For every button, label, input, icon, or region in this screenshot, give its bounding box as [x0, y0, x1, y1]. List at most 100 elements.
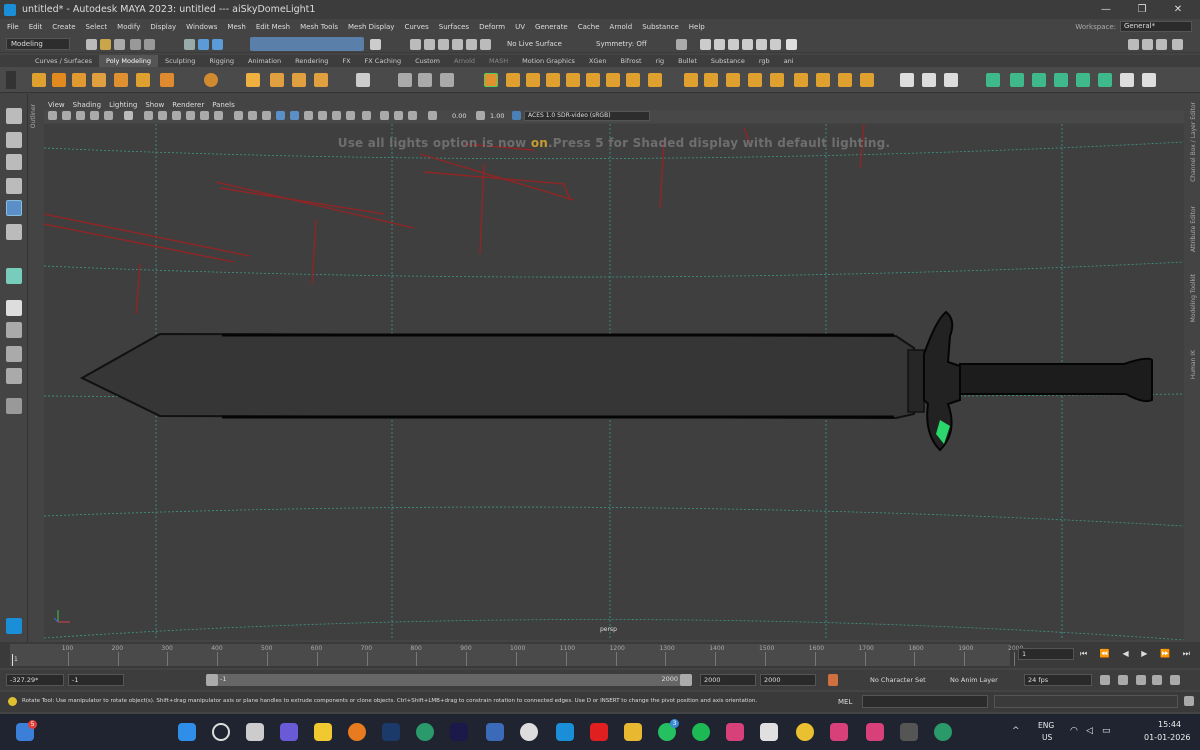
copilot-icon[interactable] [280, 723, 298, 741]
shelf-tab-curves-surfaces[interactable]: Curves / Surfaces [28, 55, 99, 67]
uv-editor-icon[interactable] [986, 73, 1000, 87]
menu-help[interactable]: Help [684, 23, 710, 31]
mel-command-input[interactable] [862, 695, 988, 708]
poly-sphere-icon[interactable] [32, 73, 46, 87]
retopologize-icon[interactable] [606, 73, 620, 87]
paint-app-icon[interactable] [486, 723, 504, 741]
svg-tool-icon[interactable] [314, 73, 328, 87]
panel-menu-show[interactable]: Show [141, 101, 168, 109]
region-label[interactable]: US [1042, 733, 1052, 742]
poke-icon[interactable] [794, 73, 808, 87]
multi-cut-icon[interactable] [900, 73, 914, 87]
attribute-editor-toggle-icon[interactable] [1142, 39, 1153, 50]
snap-surface-icon[interactable] [466, 39, 477, 50]
transfer-attributes-icon[interactable] [648, 73, 662, 87]
platonic-solid-icon[interactable] [204, 73, 218, 87]
menu-set-dropdown[interactable]: Modeling [6, 38, 70, 50]
lasso-tool-icon[interactable] [6, 132, 22, 148]
quad-draw-icon[interactable] [944, 73, 958, 87]
human-ik-tab[interactable]: Human IK [1190, 350, 1197, 379]
new-scene-icon[interactable] [86, 39, 97, 50]
rotate-tool-icon[interactable] [6, 200, 22, 216]
maximize-button[interactable]: ❐ [1126, 0, 1158, 19]
blender-icon[interactable] [348, 723, 366, 741]
shelf-tab-animation[interactable]: Animation [241, 55, 288, 67]
super-shape-icon[interactable] [246, 73, 260, 87]
select-hierarchy-icon[interactable] [184, 39, 195, 50]
menu-surfaces[interactable]: Surfaces [434, 23, 474, 31]
snap-point-icon[interactable] [438, 39, 449, 50]
shelf-tab-rendering[interactable]: Rendering [288, 55, 335, 67]
shelf-tab-xgen[interactable]: XGen [582, 55, 614, 67]
menu-edit[interactable]: Edit [24, 23, 48, 31]
shelf-tab-fx[interactable]: FX [335, 55, 357, 67]
animation-end-field[interactable]: 2000 [700, 674, 756, 686]
wireframe-icon[interactable] [234, 111, 243, 120]
clock-time[interactable]: 15:44 [1158, 720, 1181, 729]
poly-cube-icon[interactable] [52, 73, 66, 87]
show-hidden-icons-icon[interactable]: ^ [1012, 726, 1020, 736]
auto-key-icon[interactable] [828, 674, 838, 686]
menu-deform[interactable]: Deform [474, 23, 510, 31]
isolate-select-icon[interactable] [362, 111, 371, 120]
view-transform-dropdown[interactable]: ACES 1.0 SDR-video (sRGB) [524, 111, 650, 121]
poly-cone-icon[interactable] [92, 73, 106, 87]
time-ruler[interactable]: 1 100 200 300 400 500 600 700 800 900 1000 1100 120… [10, 644, 1023, 666]
menu-uv[interactable]: UV [510, 23, 530, 31]
lock-selection-icon[interactable] [370, 39, 381, 50]
panel-menu-panels[interactable]: Panels [208, 101, 239, 109]
spherical-map-icon[interactable] [1054, 73, 1068, 87]
minimize-button[interactable]: — [1090, 0, 1122, 19]
current-frame-field[interactable]: 1 [1018, 648, 1074, 660]
range-slider[interactable]: -1 2000 [206, 674, 692, 686]
field-chart-icon[interactable] [200, 111, 209, 120]
menu-curves[interactable]: Curves [399, 23, 433, 31]
menu-create[interactable]: Create [47, 23, 80, 31]
snap-grid-icon[interactable] [410, 39, 421, 50]
step-back-frame-button[interactable]: ◀ [1122, 649, 1128, 659]
select-camera-icon[interactable] [48, 111, 57, 120]
four-view-icon[interactable] [6, 322, 22, 338]
step-back-key-button[interactable]: ⏪ [1100, 649, 1110, 659]
instagram-icon[interactable] [726, 723, 744, 741]
script-language-label[interactable]: MEL [838, 698, 852, 706]
playback-speed-icon[interactable] [1152, 675, 1162, 685]
shelf-tab-sculpting[interactable]: Sculpting [158, 55, 202, 67]
instagram-2-icon[interactable] [830, 723, 848, 741]
open-scene-icon[interactable] [100, 39, 111, 50]
single-perspective-view-icon[interactable] [6, 300, 22, 316]
mirror-icon[interactable] [506, 73, 520, 87]
playback-start-field[interactable]: -1 [68, 674, 124, 686]
motion-blur-icon[interactable] [332, 111, 341, 120]
boolean-icon[interactable] [484, 73, 498, 87]
merge-icon[interactable] [770, 73, 784, 87]
menu-select[interactable]: Select [81, 23, 113, 31]
file-explorer-icon[interactable] [624, 723, 642, 741]
app-icon[interactable] [900, 723, 918, 741]
shelf-tab-poly-modeling[interactable]: Poly Modeling [99, 55, 158, 67]
select-tool-icon[interactable] [6, 108, 22, 124]
image-plane-icon[interactable] [90, 111, 99, 120]
panel-menu-view[interactable]: View [44, 101, 69, 109]
pause-icon[interactable] [786, 39, 797, 50]
persp-outliner-icon[interactable] [6, 346, 22, 362]
hypershade-icon[interactable] [756, 39, 767, 50]
auto-map-icon[interactable] [1076, 73, 1090, 87]
modeling-toolkit-tab[interactable]: Modeling Toolkit [1190, 274, 1197, 322]
fps-dropdown[interactable]: 24 fps [1024, 674, 1092, 686]
grease-pencil-icon[interactable] [124, 111, 133, 120]
channel-box-tab[interactable]: Channel Box / Layer Editor [1190, 102, 1197, 182]
planar-map-icon[interactable] [1010, 73, 1024, 87]
menu-display[interactable]: Display [145, 23, 181, 31]
xray-joints-icon[interactable] [394, 111, 403, 120]
color-management-icon[interactable] [512, 111, 521, 120]
shelf-tab-rgb[interactable]: rgb [752, 55, 777, 67]
menu-cache[interactable]: Cache [573, 23, 605, 31]
tool-settings-toggle-icon[interactable] [1156, 39, 1167, 50]
select-object-icon[interactable] [198, 39, 209, 50]
audio-icon[interactable] [1118, 675, 1128, 685]
xray-icon[interactable] [380, 111, 389, 120]
film-gate-icon[interactable] [158, 111, 167, 120]
shelf-tab-arnold[interactable]: Arnold [447, 55, 482, 67]
spotify-icon[interactable] [692, 723, 710, 741]
